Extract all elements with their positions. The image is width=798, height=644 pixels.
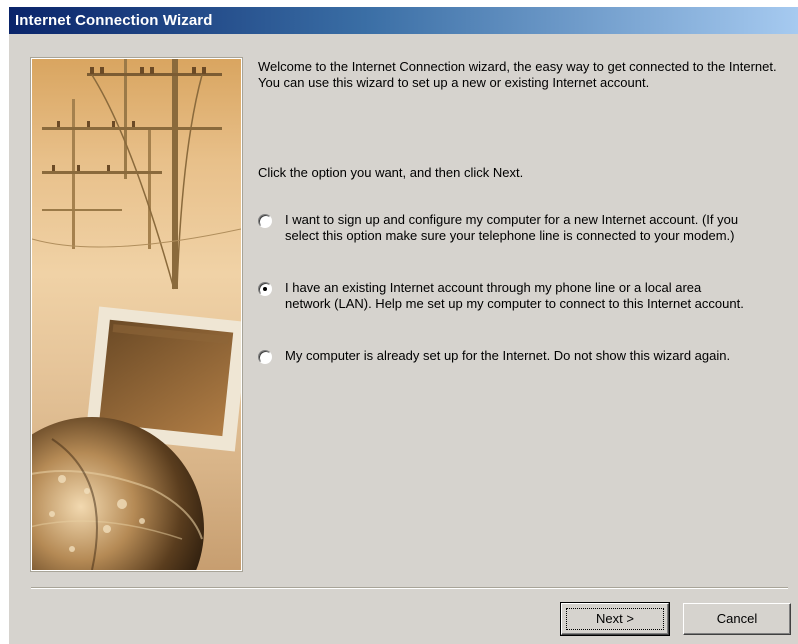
- cancel-button[interactable]: Cancel: [683, 603, 791, 635]
- next-button[interactable]: Next >: [560, 602, 670, 636]
- window-title: Internet Connection Wizard: [15, 12, 213, 29]
- telephone-pole-monitor-globe-illustration: [32, 59, 241, 570]
- option-existing-account[interactable]: I have an existing Internet account thro…: [258, 280, 748, 330]
- option-label[interactable]: I want to sign up and configure my compu…: [285, 212, 750, 244]
- instruction-text: Click the option you want, and then clic…: [258, 165, 524, 180]
- radio-button[interactable]: [258, 350, 272, 364]
- option-label[interactable]: My computer is already set up for the In…: [285, 348, 750, 364]
- focus-rectangle: [566, 608, 664, 630]
- cancel-button-label: Cancel: [716, 611, 758, 626]
- wizard-content: Welcome to the Internet Connection wizar…: [258, 59, 788, 364]
- option-label[interactable]: I have an existing Internet account thro…: [285, 280, 750, 312]
- welcome-text: Welcome to the Internet Connection wizar…: [258, 59, 777, 90]
- wizard-window: Internet Connection Wizard Welcome to th…: [9, 7, 798, 644]
- option-sign-up-new-account[interactable]: I want to sign up and configure my compu…: [258, 212, 748, 262]
- title-bar[interactable]: Internet Connection Wizard: [9, 7, 798, 34]
- radio-button[interactable]: [258, 214, 272, 228]
- button-separator: [31, 587, 788, 589]
- option-already-set-up[interactable]: My computer is already set up for the In…: [258, 348, 748, 382]
- radio-button-selected[interactable]: [258, 282, 272, 296]
- wizard-side-image: [31, 58, 242, 571]
